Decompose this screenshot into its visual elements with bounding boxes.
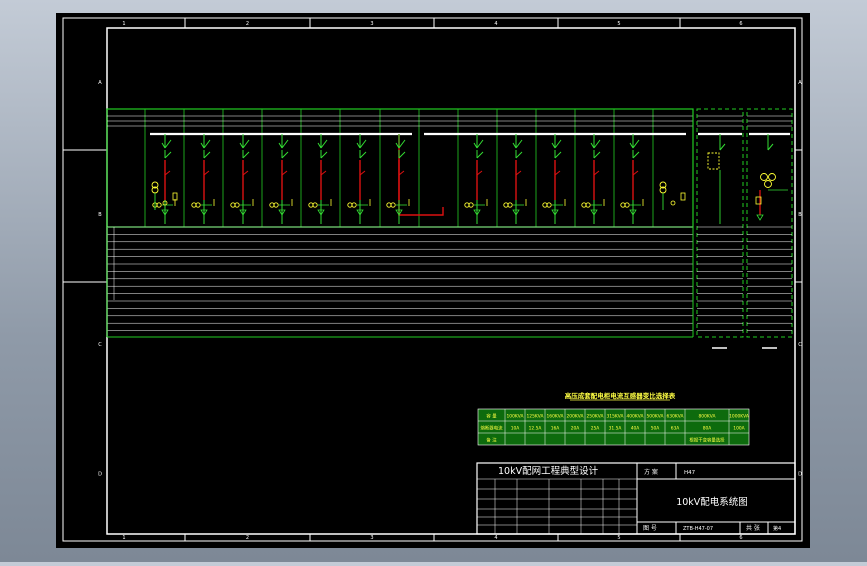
drawing-title: 10kV配电系统图 xyxy=(676,496,748,508)
zone-letter-right: B xyxy=(798,212,802,218)
electrical-drawing: 1 1 2 2 3 3 4 4 5 5 6 6 A A B B C C D D 高压成套配电柜电流互感器变比选择表 容… xyxy=(56,13,810,548)
project-name: 10kV配网工程典型设计 xyxy=(498,465,599,477)
load-table-cell: 160KVA xyxy=(547,414,564,420)
load-table-title: 高压成套配电柜电流互感器变比选择表 xyxy=(565,391,676,400)
zone-number-top: 5 xyxy=(617,21,620,27)
load-table-cell: 315KVA xyxy=(607,414,624,420)
load-table-cell: 1000KVA xyxy=(729,414,749,420)
zone-number-top: 3 xyxy=(370,21,373,27)
zone-number-bottom: 3 xyxy=(370,535,373,541)
load-table-cell: 630KVA xyxy=(667,414,684,420)
zone-number-bottom: 2 xyxy=(246,535,249,541)
load-table-cell: 熔断器电流 xyxy=(481,425,504,432)
load-table-cell: 31.5A xyxy=(609,426,622,432)
zone-letter-right: D xyxy=(798,472,802,478)
zone-letter-left: C xyxy=(98,342,102,348)
sheet-value: ZTB-H47-07 xyxy=(683,526,713,532)
zone-number-top: 1 xyxy=(122,21,125,27)
load-table-cell: 40A xyxy=(631,426,640,432)
load-table-cell: 根据干变容量选择 xyxy=(689,437,725,444)
zone-number-bottom: 6 xyxy=(739,535,742,541)
zone-number-top: 6 xyxy=(739,21,742,27)
load-table-cell: 12.5A xyxy=(529,426,542,432)
load-table-cell: 100A xyxy=(733,426,744,432)
page-value: 第4 xyxy=(773,525,781,532)
zone-letter-left: A xyxy=(98,80,102,86)
zone-letter-left: D xyxy=(98,472,102,478)
zone-number-bottom: 1 xyxy=(122,535,125,541)
load-table: 容 量 100KVA 125KVA 160KVA 200KVA 250KVA 315KVA 4… xyxy=(477,408,750,446)
zone-letter-left: B xyxy=(98,212,102,218)
load-table-cell: 63A xyxy=(671,426,680,432)
scheme-value: H47 xyxy=(684,470,696,476)
load-table-cell: 20A xyxy=(571,426,580,432)
load-table-cell: 50A xyxy=(651,426,660,432)
load-table-cell: 16A xyxy=(551,426,560,432)
load-table-cell: 800KVA xyxy=(699,414,716,420)
sheet-label: 图 号 xyxy=(643,525,657,532)
load-table-cell: 200KVA xyxy=(567,414,584,420)
load-table-cell: 250KVA xyxy=(587,414,604,420)
zone-number-top: 4 xyxy=(494,21,497,27)
zone-letter-right: C xyxy=(798,342,802,348)
load-table-cell: 备 注 xyxy=(486,437,497,444)
load-table-cell: 10A xyxy=(511,426,520,432)
load-table-cell: 25A xyxy=(591,426,600,432)
load-table-cell: 80A xyxy=(703,426,712,432)
load-table-cell: 500KVA xyxy=(647,414,664,420)
scheme-label: 方 案 xyxy=(644,468,658,476)
drawing-sheet xyxy=(56,13,810,548)
zone-number-bottom: 4 xyxy=(494,535,497,541)
load-table-cell: 400KVA xyxy=(627,414,644,420)
cad-viewport[interactable]: 1 1 2 2 3 3 4 4 5 5 6 6 A A B B C C D D 高压成套配电柜电流互感器变比选择表 容… xyxy=(0,0,867,562)
zone-letter-right: A xyxy=(798,80,802,86)
zone-number-top: 2 xyxy=(246,21,249,27)
page-label: 共 张 xyxy=(746,524,760,532)
zone-number-bottom: 5 xyxy=(617,535,620,541)
load-table-cell: 125KVA xyxy=(527,414,544,420)
load-table-cell: 容 量 xyxy=(486,413,497,420)
load-table-cell: 100KVA xyxy=(507,414,524,420)
